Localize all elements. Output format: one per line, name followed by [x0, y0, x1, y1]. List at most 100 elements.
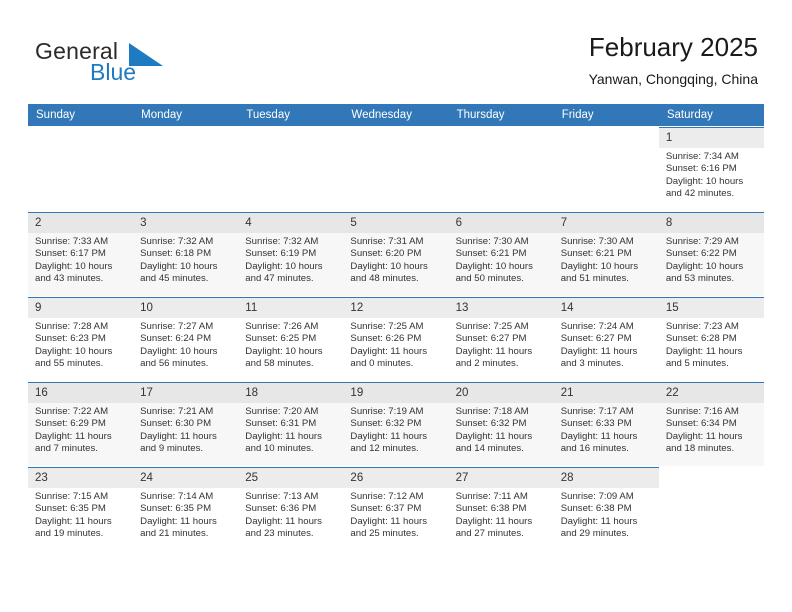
sunset-text: Sunset: 6:35 PM [35, 503, 106, 515]
calendar-empty-cell [238, 126, 344, 212]
day-details: Sunrise: 7:18 AM Sunset: 6:32 PM Daylight:… [449, 403, 554, 456]
daylight-text: Daylight: 11 hours and 14 minutes. [455, 430, 533, 455]
sunset-text: Sunset: 6:34 PM [665, 418, 737, 430]
day-number: 19 [343, 383, 449, 403]
day-details: Sunrise: 7:17 AM Sunset: 6:33 PM Daylight:… [554, 403, 659, 456]
calendar-table: Sunday Monday Tuesday Wednesday Thursday… [28, 104, 764, 551]
calendar-day-cell[interactable]: 19 Sunrise: 7:19 AM Sunset: 6:32 PM Dayligh… [343, 381, 449, 467]
brand-logo[interactable]: General Blue [35, 38, 205, 88]
calendar-day-cell[interactable]: 21 Sunrise: 7:17 AM Sunset: 6:33 PM Dayligh… [553, 381, 659, 467]
calendar-day-cell[interactable]: 18 Sunrise: 7:20 AM Sunset: 6:31 PM Dayligh… [238, 381, 344, 467]
sunset-text: Sunset: 6:18 PM [140, 248, 212, 260]
sunrise-text: Sunrise: 7:13 AM [245, 491, 319, 502]
day-details: Sunrise: 7:29 AM Sunset: 6:22 PM Daylight:… [659, 233, 764, 286]
sunset-text: Sunset: 6:20 PM [350, 248, 422, 260]
calendar-day-cell[interactable]: 10 Sunrise: 7:27 AM Sunset: 6:24 PM Dayligh… [133, 296, 239, 382]
sunset-text: Sunset: 6:27 PM [455, 333, 527, 345]
day-number: 13 [448, 298, 554, 318]
day-number: 5 [343, 213, 449, 233]
day-details: Sunrise: 7:26 AM Sunset: 6:25 PM Daylight:… [238, 318, 343, 371]
day-number: 11 [238, 298, 344, 318]
calendar-day-cell[interactable]: 13 Sunrise: 7:25 AM Sunset: 6:27 PM Dayligh… [448, 296, 554, 382]
daylight-text: Daylight: 11 hours and 29 minutes. [560, 515, 638, 540]
day-details: Sunrise: 7:25 AM Sunset: 6:27 PM Daylight:… [449, 318, 554, 371]
daylight-text: Daylight: 11 hours and 0 minutes. [350, 345, 428, 370]
sunrise-text: Sunrise: 7:18 AM [455, 406, 529, 417]
calendar-day-cell[interactable]: 12 Sunrise: 7:25 AM Sunset: 6:26 PM Dayligh… [343, 296, 449, 382]
calendar-day-cell[interactable]: 4 Sunrise: 7:32 AM Sunset: 6:19 PM Daylight… [238, 211, 344, 297]
weekday-header-tuesday: Tuesday [238, 104, 344, 127]
calendar-day-cell[interactable]: 7 Sunrise: 7:30 AM Sunset: 6:21 PM Daylight… [553, 211, 659, 297]
sunset-text: Sunset: 6:32 PM [350, 418, 422, 430]
calendar-day-cell[interactable]: 11 Sunrise: 7:26 AM Sunset: 6:25 PM Dayligh… [238, 296, 344, 382]
calendar-day-cell[interactable]: 23 Sunrise: 7:15 AM Sunset: 6:35 PM Dayligh… [28, 466, 134, 551]
sunrise-text: Sunrise: 7:19 AM [350, 406, 424, 417]
calendar-day-cell[interactable]: 3 Sunrise: 7:32 AM Sunset: 6:18 PM Daylight… [133, 211, 239, 297]
calendar-body: 1 Sunrise: 7:34 AM Sunset: 6:16 PM Daylight… [28, 126, 764, 551]
calendar-day-cell[interactable]: 8 Sunrise: 7:29 AM Sunset: 6:22 PM Daylight… [658, 211, 764, 297]
daylight-text: Daylight: 10 hours and 56 minutes. [140, 345, 218, 370]
sunset-text: Sunset: 6:28 PM [665, 333, 737, 345]
calendar-empty-cell [28, 126, 134, 212]
day-details: Sunrise: 7:32 AM Sunset: 6:19 PM Daylight:… [238, 233, 343, 286]
calendar-day-cell[interactable]: 17 Sunrise: 7:21 AM Sunset: 6:30 PM Dayligh… [133, 381, 239, 467]
sunrise-text: Sunrise: 7:22 AM [35, 406, 109, 417]
calendar-day-cell[interactable]: 25 Sunrise: 7:13 AM Sunset: 6:36 PM Dayligh… [238, 466, 344, 551]
daylight-text: Daylight: 10 hours and 48 minutes. [350, 260, 428, 285]
day-number: 18 [238, 383, 344, 403]
calendar-empty-cell [658, 466, 764, 551]
calendar-day-cell[interactable]: 2 Sunrise: 7:33 AM Sunset: 6:17 PM Daylight… [28, 211, 134, 297]
day-number: 3 [133, 213, 239, 233]
calendar-day-cell[interactable]: 16 Sunrise: 7:22 AM Sunset: 6:29 PM Dayligh… [28, 381, 134, 467]
calendar-day-cell[interactable]: 26 Sunrise: 7:12 AM Sunset: 6:37 PM Dayligh… [343, 466, 449, 551]
day-number: 9 [28, 298, 134, 318]
sunrise-text: Sunrise: 7:09 AM [560, 491, 634, 502]
calendar-day-cell[interactable]: 24 Sunrise: 7:14 AM Sunset: 6:35 PM Dayligh… [133, 466, 239, 551]
calendar-day-cell[interactable]: 14 Sunrise: 7:24 AM Sunset: 6:27 PM Dayligh… [553, 296, 659, 382]
sunrise-text: Sunrise: 7:23 AM [665, 321, 739, 332]
sunrise-text: Sunrise: 7:31 AM [350, 236, 424, 247]
calendar-day-cell[interactable]: 22 Sunrise: 7:16 AM Sunset: 6:34 PM Dayligh… [658, 381, 764, 467]
daylight-text: Daylight: 10 hours and 58 minutes. [245, 345, 323, 370]
sunset-text: Sunset: 6:36 PM [245, 503, 317, 515]
calendar-day-cell[interactable]: 9 Sunrise: 7:28 AM Sunset: 6:23 PM Daylight… [28, 296, 134, 382]
sunrise-text: Sunrise: 7:30 AM [560, 236, 634, 247]
day-number: 2 [28, 213, 134, 233]
calendar-day-cell[interactable]: 27 Sunrise: 7:11 AM Sunset: 6:38 PM Dayligh… [448, 466, 554, 551]
sunset-text: Sunset: 6:38 PM [560, 503, 632, 515]
calendar-day-cell[interactable]: 1 Sunrise: 7:34 AM Sunset: 6:16 PM Daylight… [658, 126, 764, 212]
day-number: 23 [28, 468, 134, 488]
daylight-text: Daylight: 11 hours and 5 minutes. [665, 345, 743, 370]
day-number: 1 [658, 128, 764, 148]
daylight-text: Daylight: 11 hours and 27 minutes. [455, 515, 533, 540]
sunrise-text: Sunrise: 7:21 AM [140, 406, 214, 417]
day-details: Sunrise: 7:11 AM Sunset: 6:38 PM Daylight:… [449, 488, 554, 541]
calendar-day-cell[interactable]: 28 Sunrise: 7:09 AM Sunset: 6:38 PM Dayligh… [553, 466, 659, 551]
calendar-day-cell[interactable]: 20 Sunrise: 7:18 AM Sunset: 6:32 PM Dayligh… [448, 381, 554, 467]
day-details: Sunrise: 7:28 AM Sunset: 6:23 PM Daylight:… [28, 318, 133, 371]
calendar-day-cell[interactable]: 5 Sunrise: 7:31 AM Sunset: 6:20 PM Daylight… [343, 211, 449, 297]
weekday-header-saturday: Saturday [658, 104, 764, 127]
day-number: 8 [658, 213, 764, 233]
day-details: Sunrise: 7:22 AM Sunset: 6:29 PM Daylight:… [28, 403, 133, 456]
sunset-text: Sunset: 6:19 PM [245, 248, 317, 260]
sunset-text: Sunset: 6:35 PM [140, 503, 212, 515]
day-details: Sunrise: 7:19 AM Sunset: 6:32 PM Daylight:… [343, 403, 448, 456]
day-number: 27 [448, 468, 554, 488]
sunset-text: Sunset: 6:22 PM [665, 248, 737, 260]
day-details: Sunrise: 7:20 AM Sunset: 6:31 PM Daylight:… [238, 403, 343, 456]
calendar-empty-cell [133, 126, 239, 212]
day-details: Sunrise: 7:12 AM Sunset: 6:37 PM Daylight:… [343, 488, 448, 541]
calendar-day-cell[interactable]: 6 Sunrise: 7:30 AM Sunset: 6:21 PM Daylight… [448, 211, 554, 297]
sunrise-text: Sunrise: 7:17 AM [560, 406, 634, 417]
weekday-header-monday: Monday [133, 104, 239, 127]
day-number: 4 [238, 213, 344, 233]
calendar-page: General Blue February 2025 Yanwan, Chong… [0, 0, 792, 612]
daylight-text: Daylight: 11 hours and 19 minutes. [35, 515, 112, 540]
day-details: Sunrise: 7:16 AM Sunset: 6:34 PM Daylight:… [659, 403, 764, 456]
calendar-week-row: 1 Sunrise: 7:34 AM Sunset: 6:16 PM Daylight… [28, 126, 764, 212]
calendar-day-cell[interactable]: 15 Sunrise: 7:23 AM Sunset: 6:28 PM Dayligh… [658, 296, 764, 382]
day-number: 10 [133, 298, 239, 318]
sunset-text: Sunset: 6:26 PM [350, 333, 422, 345]
daylight-text: Daylight: 11 hours and 16 minutes. [560, 430, 638, 455]
